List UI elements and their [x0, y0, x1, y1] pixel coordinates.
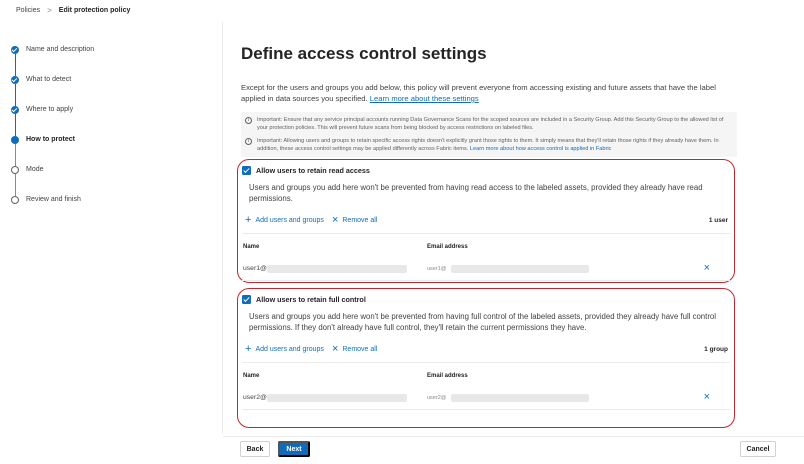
checkmark-circle-icon [11, 46, 19, 54]
page-title: Define access control settings [241, 44, 487, 63]
empty-circle-icon [11, 196, 19, 204]
table-header: Name Email address [242, 244, 730, 250]
checkbox-label: Allow users to retain read access [256, 166, 370, 175]
member-count: 1 user [708, 216, 728, 224]
step-how-to-protect[interactable]: How to protect [11, 134, 211, 166]
user-name-cell: user1@ [243, 264, 427, 274]
redacted-block [451, 265, 589, 273]
step-label: Name and description [26, 46, 95, 53]
section-description: Users and groups you add here won't be p… [249, 312, 716, 332]
info-icon: i [245, 137, 252, 145]
step-mode[interactable]: Mode [11, 164, 211, 196]
plus-icon: + [245, 343, 252, 355]
add-users-and-groups-button[interactable]: + Add users and groups [245, 343, 324, 355]
column-header-name: Name [243, 373, 260, 379]
breadcrumb: Policies > Edit protection policy [16, 6, 130, 15]
sidebar-divider [222, 22, 223, 434]
column-header-name: Name [243, 244, 260, 250]
step-review-and-finish[interactable]: Review and finish [11, 194, 211, 224]
breadcrumb-policies-link[interactable]: Policies [16, 7, 40, 14]
step-what-to-detect[interactable]: What to detect [11, 74, 211, 106]
step-label: Review and finish [26, 196, 81, 203]
column-header-email: Email address [427, 373, 468, 379]
divider [242, 409, 730, 410]
divider [242, 280, 730, 281]
notice-scan-accounts: i Important: Ensure that any service pri… [245, 116, 731, 132]
read-access-section: Allow users to retain read access Users … [237, 159, 735, 283]
next-button[interactable]: Next [278, 441, 310, 457]
notice-access-rights: i Important: Allowing users and groups t… [245, 137, 731, 153]
footer-divider [223, 436, 804, 437]
divider [242, 362, 730, 363]
step-connector [14, 174, 16, 196]
section-toolbar: + Add users and groups × Remove all 1 us… [242, 213, 730, 227]
info-icon: i [245, 116, 252, 124]
step-label: How to protect [26, 136, 75, 143]
step-connector [14, 84, 16, 106]
dismiss-icon[interactable]: × [704, 262, 710, 274]
user-email: user1@ [427, 265, 447, 272]
step-connector [14, 144, 16, 166]
add-label: Add users and groups [255, 216, 324, 224]
user-email: user2@ [427, 394, 447, 401]
section-description: Users and groups you add here won't be p… [249, 183, 703, 203]
notice-box: i Important: Ensure that any service pri… [241, 112, 737, 157]
checkmark-circle-icon [11, 76, 19, 84]
dismiss-icon: × [331, 214, 339, 226]
step-name-and-description[interactable]: Name and description [11, 44, 211, 76]
table-row: user1@ user1@ × [242, 262, 730, 274]
main-content: Define access control settings Except fo… [241, 44, 737, 157]
step-label: Mode [26, 166, 44, 173]
redacted-block [267, 264, 407, 273]
notice-text: Important: Ensure that any service princ… [257, 117, 724, 131]
remove-label: Remove all [342, 216, 378, 224]
wizard-stepper: Name and description What to detect Wher… [11, 44, 211, 224]
step-label: Where to apply [26, 106, 74, 113]
user-email-cell: user1@ [427, 265, 627, 274]
step-where-to-apply[interactable]: Where to apply [11, 104, 211, 136]
retain-full-control-checkbox-row[interactable]: Allow users to retain full control [242, 295, 730, 304]
remove-all-button[interactable]: × Remove all [331, 214, 378, 226]
checkbox-label: Allow users to retain full control [256, 295, 366, 304]
remove-all-button[interactable]: × Remove all [331, 343, 378, 355]
user-name: user2@ [243, 393, 267, 401]
breadcrumb-current: Edit protection policy [58, 7, 131, 14]
user-email-cell: user2@ [427, 394, 627, 403]
current-step-icon [11, 136, 19, 144]
table-header: Name Email address [242, 373, 730, 379]
step-connector [14, 54, 16, 76]
full-control-section: Allow users to retain full control Users… [237, 288, 735, 428]
retain-read-access-checkbox[interactable] [242, 166, 251, 175]
learn-more-link[interactable]: Learn more about these settings [370, 94, 479, 103]
retain-full-control-checkbox[interactable] [242, 295, 251, 304]
dismiss-icon[interactable]: × [704, 391, 710, 403]
notice-text: Important: Allowing users and groups to … [257, 137, 731, 153]
back-button[interactable]: Back [240, 441, 270, 457]
step-label: What to detect [26, 76, 72, 83]
user-name-cell: user2@ [243, 393, 427, 403]
page-description: Except for the users and groups you add … [241, 82, 737, 104]
retain-read-access-checkbox-row[interactable]: Allow users to retain read access [242, 166, 730, 175]
table-row: user2@ user2@ × [242, 391, 730, 403]
redacted-block [267, 393, 407, 402]
section-toolbar: + Add users and groups × Remove all 1 gr… [242, 342, 730, 356]
member-count: 1 group [704, 345, 728, 353]
user-name: user1@ [243, 264, 267, 272]
chevron-right-icon: > [47, 6, 52, 15]
step-connector [14, 114, 16, 136]
add-users-and-groups-button[interactable]: + Add users and groups [245, 214, 324, 226]
divider [242, 233, 730, 234]
empty-circle-icon [11, 166, 19, 174]
dismiss-icon: × [331, 343, 339, 355]
column-header-email: Email address [427, 244, 468, 250]
redacted-block [451, 394, 589, 402]
checkmark-circle-icon [11, 106, 19, 114]
fabric-access-control-link[interactable]: Learn more about how access control is a… [470, 146, 611, 152]
remove-label: Remove all [342, 345, 378, 353]
plus-icon: + [245, 214, 252, 226]
cancel-button[interactable]: Cancel [740, 441, 776, 457]
add-label: Add users and groups [255, 345, 324, 353]
